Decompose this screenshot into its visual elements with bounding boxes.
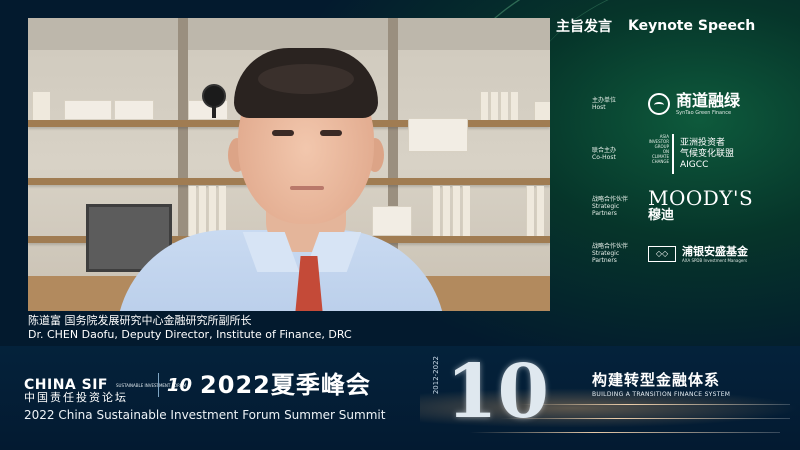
sponsor-role-cn: 战略合作伙伴 [592, 243, 629, 250]
syntao-name-cn: 商道融绿 [676, 91, 741, 110]
speaker-hair [258, 64, 354, 94]
moodys-logo-icon: MOODY'S 穆迪 [648, 188, 753, 224]
axa-name-cn: 浦银安盛基金 [682, 244, 748, 258]
summit-title-cn: 2022夏季峰会 [200, 371, 371, 399]
sponsor-role-cn: 主办单位 [592, 97, 617, 104]
sponsor-co-host: 联合主办 Co-Host ASIA INVESTOR GROUP ON CLIM… [592, 134, 734, 174]
speaker-mouth [290, 186, 324, 190]
brand-divider [157, 373, 159, 397]
speaker-caption-en: Dr. CHEN Daofu, Deputy Director, Institu… [28, 328, 352, 341]
sponsor-role-cn: 联合主办 [592, 147, 617, 154]
syntao-logo: 商道融绿 SynTao Green Finance [648, 92, 740, 116]
anniversary-number: 10 [446, 349, 549, 435]
sponsor-strategic-axa: 战略合作伙伴 Strategic Partners ◇◇ 浦银安盛基金 AXA … [592, 243, 748, 264]
sponsor-role-cn: 战略合作伙伴 [592, 195, 629, 203]
china-sif-subtitle: SUSTAINABLE INVESTMENT FORUM [115, 382, 187, 388]
theme-title-cn: 构建转型金融体系 [592, 371, 721, 389]
summit-title-en: 2022 China Sustainable Investment Forum … [24, 408, 386, 422]
sponsor-role-en: Host [592, 104, 606, 111]
sponsor-role-en: Co-Host [592, 154, 616, 161]
sponsor-host: 主办单位 Host 商道融绿 SynTao Green Finance [592, 92, 740, 117]
aigcc-logo: ASIA INVESTOR GROUP ON CLIMATE CHANGE 亚洲… [648, 134, 734, 174]
session-label: 主旨发言 Keynote Speech [556, 14, 786, 38]
speaker-figure [28, 18, 550, 311]
moodys-name-cn: 穆迪 [648, 208, 675, 223]
sponsor-role-en: Strategic Partners [592, 250, 620, 264]
sponsor-role: 战略合作伙伴 Strategic Partners [592, 243, 638, 264]
speaker-caption-cn: 陈道富 国务院发展研究中心金融研究所副所长 [28, 314, 252, 327]
sponsor-role-en: Strategic Partners [592, 202, 620, 217]
forum-name-cn: 中国责任投资论坛 [24, 391, 128, 404]
aigcc-name-cn-line2: 气候变化联盟 [680, 148, 735, 159]
sponsor-role: 战略合作伙伴 Strategic Partners [592, 196, 638, 217]
theme-title-en: BUILDING A TRANSITION FINANCE SYSTEM [592, 391, 731, 398]
session-label-cn: 主旨发言 [556, 19, 612, 35]
aigcc-logo-icon: ASIA INVESTOR GROUP ON CLIMATE CHANGE [648, 134, 674, 174]
sponsor-role: 联合主办 Co-Host [592, 147, 638, 161]
ten-year-badge: 10 [166, 374, 193, 396]
aigcc-name-cn-line1: 亚洲投资者 [680, 137, 726, 148]
banner-stripe [520, 404, 790, 405]
speaker-eye [320, 130, 342, 136]
moodys-name-en: MOODY'S [648, 186, 754, 210]
speaker-video [28, 18, 550, 311]
axa-spdb-logo-icon: ◇◇ [648, 245, 676, 262]
speaker-caption: 陈道富 国务院发展研究中心金融研究所副所长 Dr. CHEN Daofu, De… [28, 314, 550, 342]
aigcc-name-en: AIGCC [680, 159, 709, 170]
sponsor-strategic-moodys: 战略合作伙伴 Strategic Partners MOODY'S 穆迪 [592, 188, 753, 224]
syntao-name-en: SynTao Green Finance [676, 110, 732, 116]
anniversary-years: 2012-2022 [432, 356, 440, 395]
sponsor-role: 主办单位 Host [592, 97, 638, 111]
session-label-en: Keynote Speech [628, 18, 756, 34]
axa-spdb-logo: ◇◇ 浦银安盛基金 AXA SPDB Investment Managers [648, 245, 748, 263]
axa-name-en: AXA SPDB Investment Managers [682, 257, 748, 263]
syntao-logo-icon [648, 93, 670, 115]
speaker-eye [272, 130, 294, 136]
